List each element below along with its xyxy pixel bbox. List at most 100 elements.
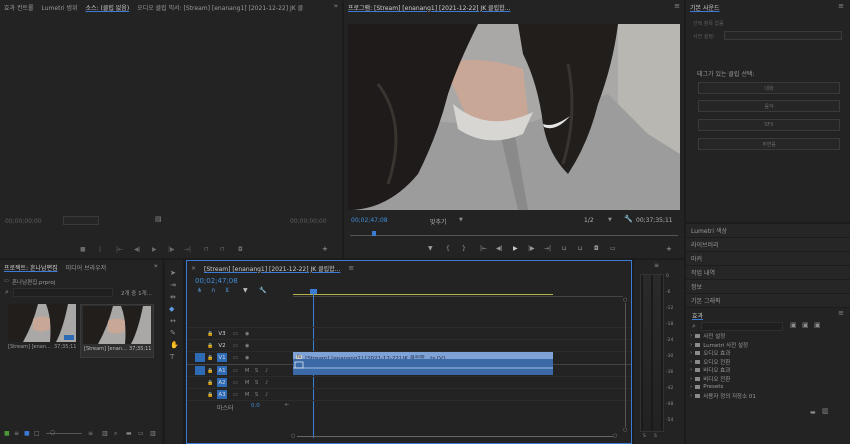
- mute-icon[interactable]: M: [245, 368, 249, 375]
- camera-icon[interactable]: ◘: [594, 245, 599, 252]
- lock-icon[interactable]: 🔒: [207, 380, 213, 387]
- project-search-input[interactable]: [13, 288, 113, 297]
- panel-menu-icon[interactable]: ≡: [674, 3, 680, 10]
- program-scrubber[interactable]: [350, 231, 678, 239]
- folder-item[interactable]: › 사용자 정의 저장소 01: [690, 392, 840, 401]
- scroll-handle-icon[interactable]: ○: [613, 433, 617, 440]
- vertical-scrollbar[interactable]: ○ ○: [623, 297, 628, 434]
- timeline-timecode[interactable]: 00;02;47;08: [195, 277, 238, 285]
- write-protect-icon[interactable]: ■: [4, 430, 10, 437]
- horizontal-scrollbar[interactable]: ○ ○: [291, 433, 621, 439]
- go-to-in-icon[interactable]: |←: [116, 246, 123, 253]
- effects-search-input[interactable]: [701, 322, 783, 331]
- folder-item[interactable]: › 비디오 전환: [690, 375, 840, 384]
- master-volume[interactable]: 0.0: [251, 403, 260, 409]
- sfx-button[interactable]: SFX: [698, 119, 840, 131]
- wrench-icon[interactable]: 🔧: [259, 287, 266, 294]
- pen-tool-icon[interactable]: ✎: [170, 330, 176, 337]
- sync-lock-icon[interactable]: ▭: [233, 355, 238, 362]
- fit-dropdown-chevron-icon[interactable]: ▼: [459, 217, 463, 224]
- panel-menu-icon[interactable]: ≡: [838, 3, 844, 10]
- play-icon[interactable]: ▶: [513, 245, 518, 252]
- eye-icon[interactable]: ◉: [245, 355, 249, 362]
- settings-icon[interactable]: ▤: [155, 216, 162, 223]
- mute-icon[interactable]: M: [245, 392, 249, 399]
- source-zoom-dropdown[interactable]: [63, 216, 99, 225]
- clip-thumbnail[interactable]: [Stream] [enan... 37;35;11: [8, 304, 76, 354]
- go-to-out-icon[interactable]: →|: [184, 246, 191, 253]
- icon-view-icon[interactable]: ■: [24, 430, 30, 437]
- wrench-icon[interactable]: 🔧: [624, 216, 633, 223]
- eye-icon[interactable]: ◉: [245, 343, 249, 350]
- audio-clip[interactable]: [293, 359, 553, 375]
- new-item-icon[interactable]: ▭: [138, 430, 144, 437]
- resolution-dropdown[interactable]: 1/2: [584, 217, 594, 224]
- tab-lumetri-scopes[interactable]: Lumetri 범위: [42, 3, 78, 12]
- extract-icon[interactable]: ⊔: [578, 245, 583, 252]
- hand-tool-icon[interactable]: ✋: [170, 342, 179, 349]
- mark-in-icon[interactable]: ■: [80, 246, 86, 253]
- fit-dropdown[interactable]: 맞추기: [430, 217, 447, 226]
- lock-icon[interactable]: 🔒: [207, 368, 213, 375]
- tab-audio-clip-mixer[interactable]: 오디오 클립 믹서: [Stream] [enanang1] [2021-12-…: [137, 3, 303, 12]
- sync-lock-icon[interactable]: ▭: [233, 331, 238, 338]
- go-to-out-icon[interactable]: →|: [544, 245, 551, 252]
- folder-item[interactable]: › Lumetri 사전 설정: [690, 341, 840, 350]
- zoom-slider-handle-icon[interactable]: ○: [50, 429, 55, 436]
- tab-program[interactable]: 프로그램: [Stream] [enanang1] [2021-12-22] J…: [348, 3, 510, 12]
- timeline-ruler[interactable]: [293, 287, 623, 299]
- tab-essential-sound[interactable]: 기본 사운드: [690, 3, 720, 12]
- lift-icon[interactable]: ⊔: [562, 245, 567, 252]
- new-bin-icon[interactable]: ▬: [126, 430, 132, 437]
- track-label-v1[interactable]: V1: [217, 353, 227, 362]
- sync-lock-icon[interactable]: ▭: [233, 368, 238, 375]
- solo-right-button[interactable]: S: [654, 434, 657, 439]
- tab-source[interactable]: 소스: (클립 없음): [86, 3, 130, 12]
- source-patch-v1[interactable]: [195, 353, 205, 362]
- panel-lumetri-color[interactable]: Lumetri 색상: [686, 224, 850, 238]
- trash-icon[interactable]: ▥: [150, 430, 156, 437]
- lock-icon[interactable]: 🔒: [207, 392, 213, 399]
- folder-item[interactable]: › 사전 설정: [690, 332, 840, 341]
- program-timecode[interactable]: 00;02;47;08: [351, 217, 388, 224]
- music-button[interactable]: 음악: [698, 100, 840, 112]
- eye-icon[interactable]: ◉: [245, 331, 249, 338]
- tab-media-browser[interactable]: 미디어 브라우저: [66, 263, 107, 272]
- scroll-handle-icon[interactable]: ○: [291, 433, 295, 440]
- snap-icon[interactable]: ⋔: [197, 287, 202, 294]
- ambience-button[interactable]: 주변음: [698, 138, 840, 150]
- source-add-button-icon[interactable]: +: [322, 246, 328, 253]
- panel-menu-icon[interactable]: ≡: [838, 310, 844, 317]
- panel-menu-icon[interactable]: »: [154, 263, 158, 270]
- new-folder-icon[interactable]: ▬: [810, 409, 816, 416]
- tab-project[interactable]: 프로젝트: 흔나남편집: [4, 263, 58, 272]
- step-forward-icon[interactable]: |▶: [168, 246, 175, 253]
- playhead-marker[interactable]: [372, 231, 376, 236]
- lock-icon[interactable]: 🔒: [207, 331, 213, 338]
- panel-info[interactable]: 정보: [686, 280, 850, 294]
- yuv-icon[interactable]: ▣: [814, 322, 821, 329]
- lock-icon[interactable]: 🔒: [207, 343, 213, 350]
- solo-icon[interactable]: S: [255, 380, 258, 387]
- mute-icon[interactable]: M: [245, 380, 249, 387]
- tab-effect-controls[interactable]: 효과 컨트롤: [4, 3, 34, 12]
- step-forward-icon[interactable]: |▶: [528, 245, 535, 252]
- panel-menu-icon[interactable]: ≡: [348, 264, 354, 272]
- dialogue-button[interactable]: 대화: [698, 82, 840, 94]
- track-label-v2[interactable]: V2: [217, 341, 227, 350]
- tab-sequence[interactable]: [Stream] [enanang1] [2021-12-22] JK 클립합.…: [204, 264, 340, 273]
- export-frame-icon[interactable]: ◘: [238, 246, 243, 253]
- sort-icon[interactable]: ≡: [88, 430, 93, 437]
- panel-essential-graphics[interactable]: 기본 그래픽: [686, 294, 850, 308]
- add-marker-icon[interactable]: ▼: [428, 245, 433, 252]
- program-add-button-icon[interactable]: +: [666, 246, 672, 253]
- linked-selection-icon[interactable]: ∩: [211, 287, 215, 294]
- step-back-icon[interactable]: ◀|: [496, 245, 503, 252]
- accelerated-icon[interactable]: ▣: [790, 322, 797, 329]
- search-icon[interactable]: ⌕: [5, 289, 9, 296]
- sync-lock-icon[interactable]: ▭: [233, 392, 238, 399]
- mic-icon[interactable]: ♪: [265, 380, 268, 387]
- clip-thumbnail-selected[interactable]: [Stream] [enan... 37;35;11: [80, 304, 154, 358]
- scroll-handle-icon[interactable]: ○: [623, 427, 627, 434]
- sync-lock-icon[interactable]: ▭: [233, 380, 238, 387]
